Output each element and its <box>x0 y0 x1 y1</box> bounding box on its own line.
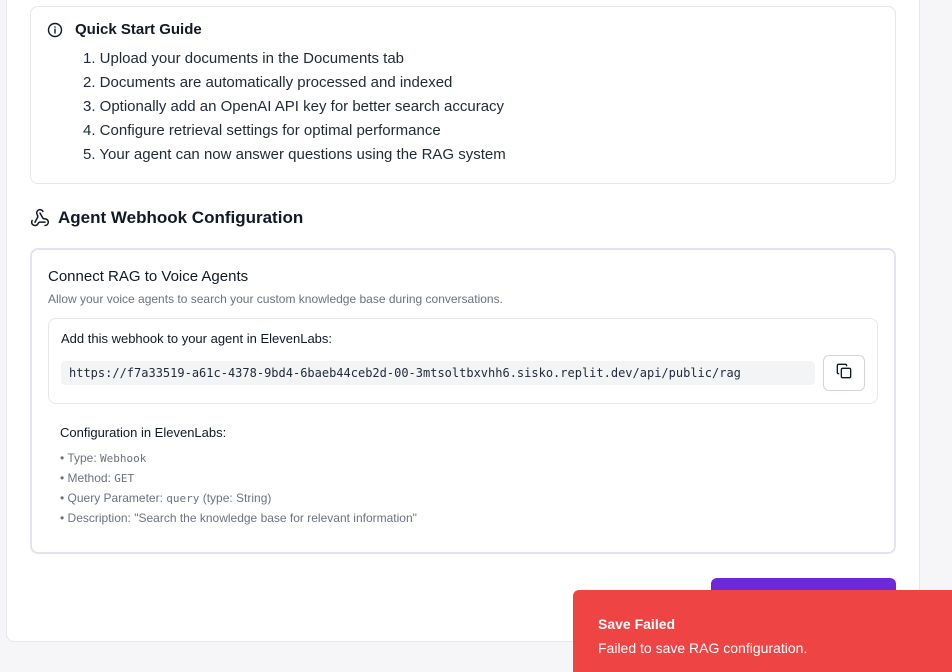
quick-start-title: Quick Start Guide <box>75 21 202 38</box>
connect-card-description: Allow your voice agents to search your c… <box>48 292 503 306</box>
quick-start-header: Quick Start Guide <box>47 21 202 38</box>
config-item-suffix: (type: String) <box>199 491 272 505</box>
config-item-label: • Description: "Search the knowledge bas… <box>60 511 417 525</box>
webhook-url-label: Add this webhook to your agent in Eleven… <box>61 331 333 346</box>
info-icon <box>47 22 63 38</box>
error-toast[interactable]: Save Failed Failed to save RAG configura… <box>573 590 952 672</box>
copy-icon <box>836 363 852 384</box>
config-item-value: Webhook <box>100 452 147 465</box>
config-item-value: query <box>166 492 200 505</box>
webhook-section-title: Agent Webhook Configuration <box>58 208 304 227</box>
toast-title: Save Failed <box>598 616 676 632</box>
connect-card-title: Connect RAG to Voice Agents <box>48 268 249 285</box>
quick-start-step: 5. Your agent can now answer questions u… <box>83 146 506 163</box>
config-item: • Type: Webhook <box>60 448 417 468</box>
config-item-label: • Query Parameter: <box>60 491 167 505</box>
connect-rag-card: Connect RAG to Voice Agents Allow your v… <box>30 248 896 554</box>
config-item: • Description: "Search the knowledge bas… <box>60 508 417 528</box>
webhook-icon <box>30 208 50 228</box>
webhook-section-heading: Agent Webhook Configuration <box>30 208 303 228</box>
quick-start-steps: 1. Upload your documents in the Document… <box>83 47 506 167</box>
config-title: Configuration in ElevenLabs: <box>60 425 227 440</box>
quick-start-step: 3. Optionally add an OpenAI API key for … <box>83 98 505 115</box>
webhook-url-box: Add this webhook to your agent in Eleven… <box>48 318 878 404</box>
quick-start-step: 2. Documents are automatically processed… <box>83 74 453 91</box>
config-list: • Type: Webhook • Method: GET • Query Pa… <box>60 448 417 528</box>
toast-message: Failed to save RAG configuration. <box>598 640 808 656</box>
config-item: • Method: GET <box>60 468 417 488</box>
webhook-url-field[interactable]: https://f7a33519-a61c-4378-9bd4-6baeb44c… <box>61 361 815 385</box>
config-item-label: • Method: <box>60 471 115 485</box>
copy-url-button[interactable] <box>823 355 865 391</box>
config-item-label: • Type: <box>60 451 101 465</box>
quick-start-step: 1. Upload your documents in the Document… <box>83 50 405 67</box>
quick-start-guide-card: Quick Start Guide 1. Upload your documen… <box>30 6 896 184</box>
config-item-value: GET <box>114 472 135 485</box>
quick-start-step: 4. Configure retrieval settings for opti… <box>83 122 441 139</box>
config-item: • Query Parameter: query (type: String) <box>60 488 417 508</box>
